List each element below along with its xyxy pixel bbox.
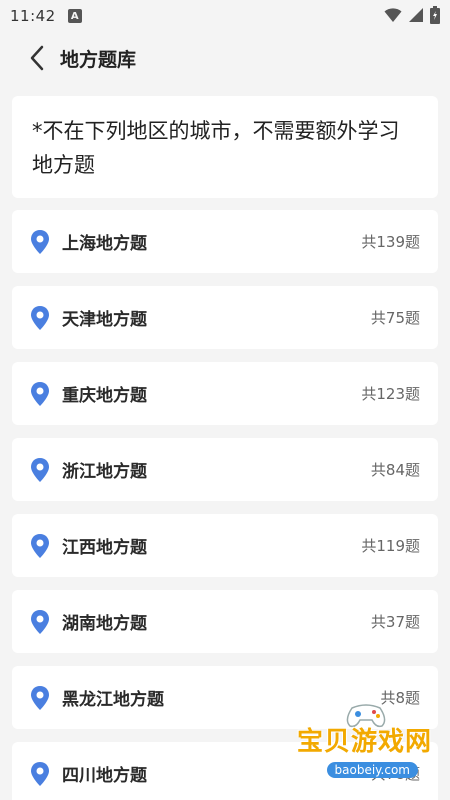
region-row[interactable]: 浙江地方题 共84题 bbox=[12, 438, 438, 501]
region-row[interactable]: 黑龙江地方题 共8题 bbox=[12, 666, 438, 729]
page-title: 地方题库 bbox=[60, 48, 137, 71]
location-pin-icon bbox=[30, 305, 50, 331]
location-pin-icon bbox=[30, 457, 50, 483]
location-pin-icon bbox=[30, 533, 50, 559]
region-row[interactable]: 天津地方题 共75题 bbox=[12, 286, 438, 349]
chevron-left-icon bbox=[30, 45, 44, 71]
region-row[interactable]: 上海地方题 共139题 bbox=[12, 210, 438, 273]
region-name: 四川地方题 bbox=[62, 766, 147, 786]
region-row[interactable]: 重庆地方题 共123题 bbox=[12, 362, 438, 425]
question-count: 共139题 bbox=[361, 233, 420, 251]
wifi-icon bbox=[384, 8, 402, 22]
question-count: 共8题 bbox=[380, 689, 420, 707]
location-pin-icon bbox=[30, 685, 50, 711]
signal-icon bbox=[409, 8, 423, 22]
question-count: 共84题 bbox=[370, 461, 420, 479]
status-icons bbox=[384, 6, 440, 24]
location-pin-icon bbox=[30, 229, 50, 255]
region-name: 黑龙江地方题 bbox=[62, 690, 164, 710]
battery-icon bbox=[430, 6, 440, 24]
region-name: 湖南地方题 bbox=[62, 614, 147, 634]
notice-text: *不在下列地区的城市，不需要额外学习地方题 bbox=[32, 119, 400, 177]
location-pin-icon bbox=[30, 381, 50, 407]
region-name: 上海地方题 bbox=[62, 234, 147, 254]
notice-card: *不在下列地区的城市，不需要额外学习地方题 bbox=[12, 96, 438, 198]
location-pin-icon bbox=[30, 761, 50, 787]
status-time: 11:42 bbox=[10, 7, 56, 25]
status-bar: 11:42 A bbox=[0, 0, 450, 32]
question-count: 共119题 bbox=[361, 537, 420, 555]
region-row[interactable]: 四川地方题 共78题 bbox=[12, 742, 438, 800]
question-count: 共37题 bbox=[370, 613, 420, 631]
region-name: 天津地方题 bbox=[62, 310, 147, 330]
region-name: 江西地方题 bbox=[62, 538, 147, 558]
region-row[interactable]: 湖南地方题 共37题 bbox=[12, 590, 438, 653]
region-name: 浙江地方题 bbox=[62, 462, 147, 482]
app-bar: 地方题库 bbox=[0, 32, 450, 84]
region-list: 上海地方题 共139题天津地方题 共75题重庆地方题 共123题浙江地方题 共84题江西… bbox=[0, 210, 450, 800]
region-name: 重庆地方题 bbox=[62, 386, 147, 406]
question-count: 共123题 bbox=[361, 385, 420, 403]
back-button[interactable] bbox=[26, 43, 48, 73]
region-row[interactable]: 江西地方题 共119题 bbox=[12, 514, 438, 577]
question-count: 共75题 bbox=[370, 309, 420, 327]
location-pin-icon bbox=[30, 609, 50, 635]
a-icon: A bbox=[67, 9, 82, 23]
question-count: 共78题 bbox=[370, 765, 420, 783]
